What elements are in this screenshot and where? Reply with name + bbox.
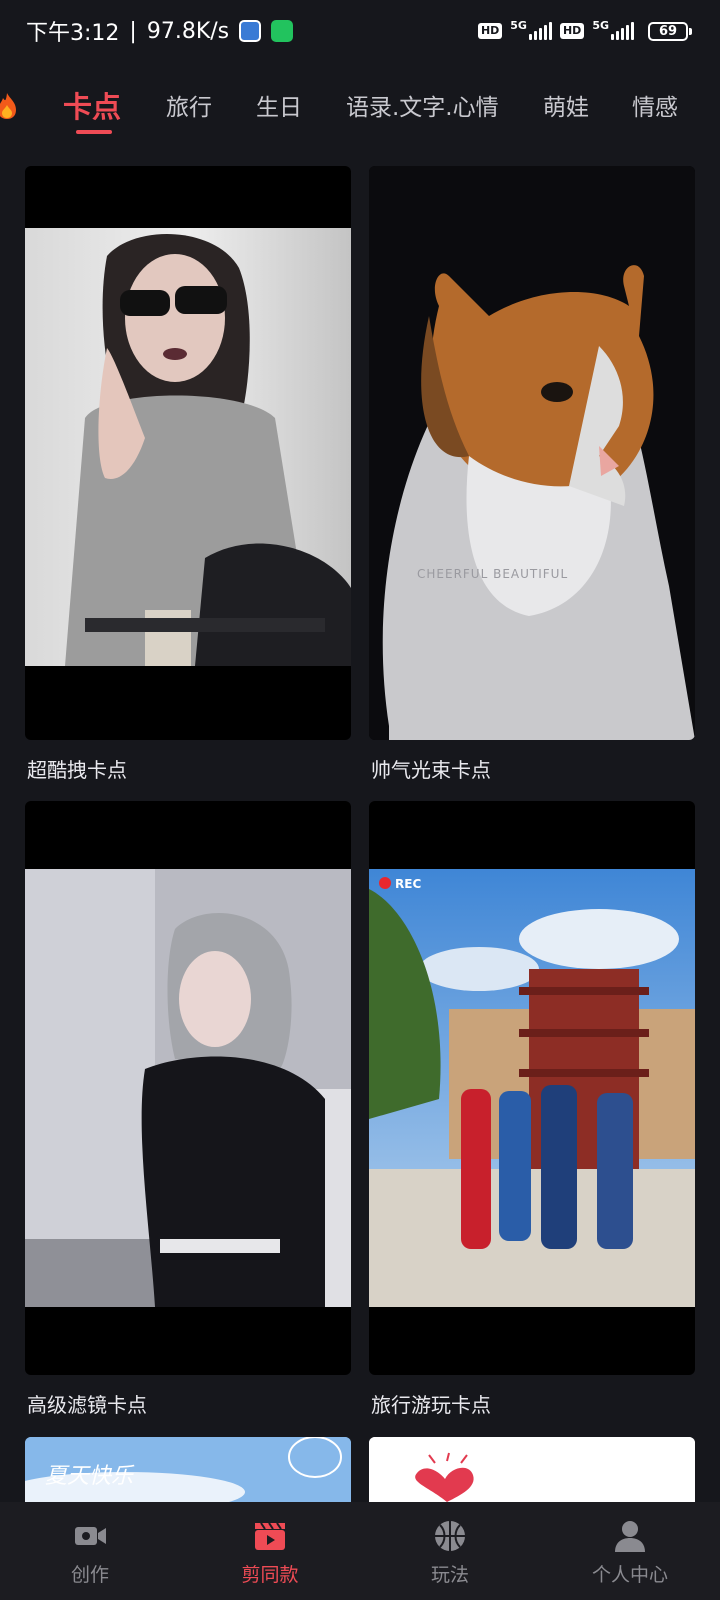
- wechat-icon: [271, 20, 294, 42]
- nav-label: 创作: [70, 1564, 109, 1586]
- tab-kadian[interactable]: 卡点: [63, 84, 121, 126]
- basketball-icon: [435, 1521, 465, 1551]
- thumbnail-image: [25, 869, 351, 1307]
- thumbnail-image: [369, 1437, 695, 1502]
- template-thumbnail[interactable]: REC: [369, 801, 695, 1375]
- signal-icon-1: [528, 22, 552, 40]
- person-icon: [615, 1521, 645, 1552]
- hd-badge-2: HD: [559, 23, 585, 39]
- active-tab-indicator: [76, 130, 112, 134]
- category-tabs: 卡点 旅行 生日 语录.文字.心情 萌娃 情感: [0, 78, 720, 138]
- video-camera-icon: [75, 1527, 106, 1545]
- template-card[interactable]: CHEERFUL BEAUTIFUL 帅气光束卡点: [369, 166, 695, 783]
- bottom-navigation: 创作 剪同款 玩法 个人中心: [0, 1502, 720, 1600]
- app-notification-icon: [239, 20, 262, 42]
- status-right: HD 5G HD 5G 69: [477, 18, 692, 44]
- template-card[interactable]: REC 旅行游玩卡点: [369, 801, 695, 1418]
- tab-emotion[interactable]: 情感: [632, 88, 678, 122]
- tab-quotes[interactable]: 语录.文字.心情: [346, 88, 499, 122]
- tab-travel[interactable]: 旅行: [166, 88, 212, 122]
- template-title: 超酷拽卡点: [27, 758, 127, 782]
- nav-label: 玩法: [430, 1564, 469, 1586]
- thumbnail-image: 夏天快乐: [25, 1437, 351, 1502]
- nav-label: 剪同款: [241, 1564, 299, 1586]
- status-separator: |: [129, 18, 137, 44]
- status-left: 下午3:12 | 97.8K/s: [26, 15, 294, 47]
- template-thumbnail[interactable]: [369, 1437, 695, 1502]
- nav-label: 个人中心: [591, 1564, 668, 1586]
- network-type-1: 5G: [510, 18, 527, 32]
- thumbnail-image: REC: [369, 869, 695, 1307]
- clapperboard-icon: [255, 1522, 285, 1550]
- network-type-2: 5G: [592, 18, 609, 32]
- tab-birthday[interactable]: 生日: [256, 88, 302, 122]
- nav-discover[interactable]: 玩法: [360, 1502, 540, 1600]
- photo-overlay-text: 夏天快乐: [45, 1464, 135, 1489]
- template-card[interactable]: 超酷拽卡点: [25, 166, 351, 783]
- template-title: 帅气光束卡点: [371, 758, 491, 782]
- nav-create[interactable]: 创作: [0, 1502, 180, 1600]
- clock: 下午3:12: [26, 21, 120, 46]
- hd-badge-1: HD: [477, 23, 503, 39]
- thumbnail-image: CHEERFUL BEAUTIFUL: [369, 166, 695, 740]
- tab-babies[interactable]: 萌娃: [543, 88, 589, 122]
- fire-icon[interactable]: [0, 92, 18, 120]
- template-title: 旅行游玩卡点: [371, 1393, 491, 1417]
- status-bar: 下午3:12 | 97.8K/s HD 5G HD 5G 69: [0, 0, 720, 62]
- battery-icon: 69: [648, 21, 692, 41]
- template-thumbnail[interactable]: [25, 166, 351, 740]
- rec-indicator: REC: [395, 877, 421, 891]
- nav-profile[interactable]: 个人中心: [540, 1502, 720, 1600]
- template-card[interactable]: 高级滤镜卡点: [25, 801, 351, 1418]
- signal-icon-2: [611, 22, 634, 40]
- photo-overlay-text: CHEERFUL BEAUTIFUL: [417, 567, 568, 581]
- network-speed: 97.8K/s: [146, 18, 230, 44]
- nav-templates[interactable]: 剪同款: [180, 1502, 360, 1600]
- template-title: 高级滤镜卡点: [27, 1393, 147, 1417]
- template-thumbnail[interactable]: 夏天快乐: [25, 1437, 351, 1502]
- battery-level: 69: [648, 21, 688, 41]
- thumbnail-image: [25, 228, 351, 666]
- template-thumbnail[interactable]: CHEERFUL BEAUTIFUL: [369, 166, 695, 740]
- template-thumbnail[interactable]: [25, 801, 351, 1375]
